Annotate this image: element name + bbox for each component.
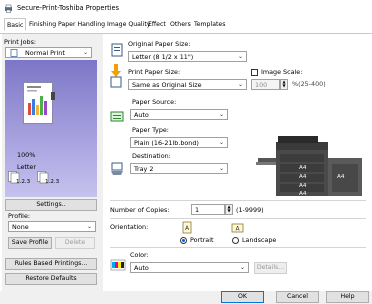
tab-image-quality[interactable]: Image Quality — [107, 21, 150, 28]
original-paper-icon — [111, 43, 123, 57]
landscape-label: Landscape — [242, 236, 277, 244]
paper-tray-icon — [110, 111, 124, 122]
image-scale-label: Image Scale: — [261, 68, 303, 76]
chevron-down-icon: ⌄ — [237, 53, 243, 60]
print-jobs-select[interactable]: Normal Print ⌄ — [5, 47, 92, 58]
chevron-down-icon: ⌄ — [82, 49, 88, 56]
copies-spinner[interactable]: ▲ ▼ — [225, 204, 233, 215]
collate-set-b: 1.2.3 — [45, 179, 60, 185]
image-scale-spinner[interactable]: ▲ ▼ — [280, 79, 288, 90]
copies-range: (1-9999) — [236, 206, 264, 214]
paper-source-value: Auto — [134, 111, 149, 119]
chevron-down-icon: ⌄ — [239, 264, 245, 271]
preview-zoom: 100% — [17, 151, 36, 159]
chevron-down-icon: ⌄ — [218, 139, 224, 146]
portrait-radio[interactable] — [180, 237, 187, 244]
print-paper-size-value: Same as Original Size — [132, 81, 202, 89]
profile-value: None — [12, 223, 29, 231]
number-of-copies-label: Number of Copies: — [110, 206, 170, 214]
settings-button[interactable]: Settings.. — [5, 199, 97, 211]
title-bar: Secure-Print-Toshiba Properties — [0, 0, 372, 17]
separator — [110, 200, 366, 201]
save-profile-button[interactable]: Save Profile — [8, 237, 52, 249]
profile-select[interactable]: None ⌄ — [8, 221, 96, 232]
paper-type-label: Paper Type: — [132, 126, 169, 134]
document-icon — [10, 49, 18, 57]
destination-label: Destination: — [132, 152, 171, 160]
preview-paper-size: Letter — [17, 163, 36, 171]
print-paper-icon — [110, 76, 122, 88]
color-select[interactable]: Auto ⌄ — [130, 262, 249, 273]
tray-label-2: A4 — [299, 174, 307, 180]
tray-label-4: A4 — [299, 191, 307, 197]
tab-finishing[interactable]: Finishing — [29, 21, 56, 28]
print-job-value: Normal Print — [25, 49, 65, 57]
printer-app-icon — [5, 4, 12, 13]
portrait-label: Portrait — [190, 236, 214, 244]
original-paper-size-label: Original Paper Size: — [128, 40, 191, 48]
destination-value: Tray 2 — [134, 165, 154, 173]
color-details-button[interactable]: Details... — [254, 262, 287, 274]
color-value: Auto — [134, 264, 149, 272]
print-jobs-label: Print Jobs: — [4, 38, 37, 46]
separator — [110, 218, 366, 219]
rules-based-printings-button[interactable]: Rules Based Printings... — [5, 258, 97, 270]
tab-bar: Basic Finishing Paper Handling Image Qua… — [0, 17, 372, 34]
tray-label-3: A4 — [299, 183, 307, 189]
preview-page — [23, 82, 53, 124]
original-paper-size-select[interactable]: Letter (8 1/2 x 11") ⌄ — [128, 51, 247, 62]
printer-image — [256, 136, 362, 196]
chevron-down-icon: ⌄ — [86, 223, 92, 230]
staple-icon — [51, 92, 55, 100]
destination-select[interactable]: Tray 2 ⌄ — [130, 163, 228, 174]
separator — [110, 247, 366, 248]
help-button[interactable]: Help — [326, 291, 369, 303]
preview-chart-graphic — [27, 86, 47, 115]
profile-label: Profile: — [8, 212, 31, 220]
tab-others[interactable]: Others — [170, 21, 191, 28]
print-paper-size-label: Print Paper Size: — [128, 68, 181, 76]
cancel-button[interactable]: Cancel — [276, 291, 319, 303]
tray-label-1: A4 — [299, 165, 307, 171]
tab-paper-handling[interactable]: Paper Handling — [58, 21, 105, 28]
landscape-page-icon: A — [231, 223, 244, 233]
paper-source-select[interactable]: Auto ⌄ — [130, 109, 228, 120]
window-title: Secure-Print-Toshiba Properties — [17, 4, 120, 12]
chevron-down-icon: ⌄ — [218, 111, 224, 118]
delete-profile-button[interactable]: Delete — [55, 237, 95, 249]
orientation-label: Orientation: — [110, 223, 149, 231]
tray-label-5: A4 — [337, 174, 345, 180]
landscape-radio[interactable] — [232, 237, 239, 244]
paper-type-select[interactable]: Plain (16-21lb.bond) ⌄ — [130, 137, 228, 148]
tab-basic[interactable]: Basic — [4, 18, 27, 31]
original-paper-size-value: Letter (8 1/2 x 11") — [132, 53, 194, 61]
chevron-down-icon: ⌄ — [218, 165, 224, 172]
chevron-down-icon: ⌄ — [237, 81, 243, 88]
tab-templates[interactable]: Templates — [194, 21, 225, 28]
tab-effect[interactable]: Effect — [148, 21, 166, 28]
image-scale-input[interactable]: 100 — [251, 79, 280, 90]
restore-defaults-button[interactable]: Restore Defaults — [5, 273, 97, 285]
paper-type-value: Plain (16-21lb.bond) — [134, 139, 199, 147]
paper-source-label: Paper Source: — [132, 98, 177, 106]
color-palette-icon — [110, 259, 126, 271]
portrait-page-icon: A — [182, 221, 192, 234]
collate-set-a: 1.2.3 — [16, 179, 31, 185]
preview-box: 100% Letter 1.2.3 1.2.3 — [5, 60, 97, 197]
color-label: Color: — [130, 251, 149, 259]
image-scale-range: %(25-400) — [292, 80, 326, 88]
ok-button[interactable]: OK — [221, 291, 264, 303]
destination-tray-icon — [111, 162, 123, 175]
number-of-copies-input[interactable]: 1 — [191, 204, 225, 215]
image-scale-checkbox[interactable] — [251, 69, 258, 76]
print-paper-size-select[interactable]: Same as Original Size ⌄ — [128, 79, 247, 90]
